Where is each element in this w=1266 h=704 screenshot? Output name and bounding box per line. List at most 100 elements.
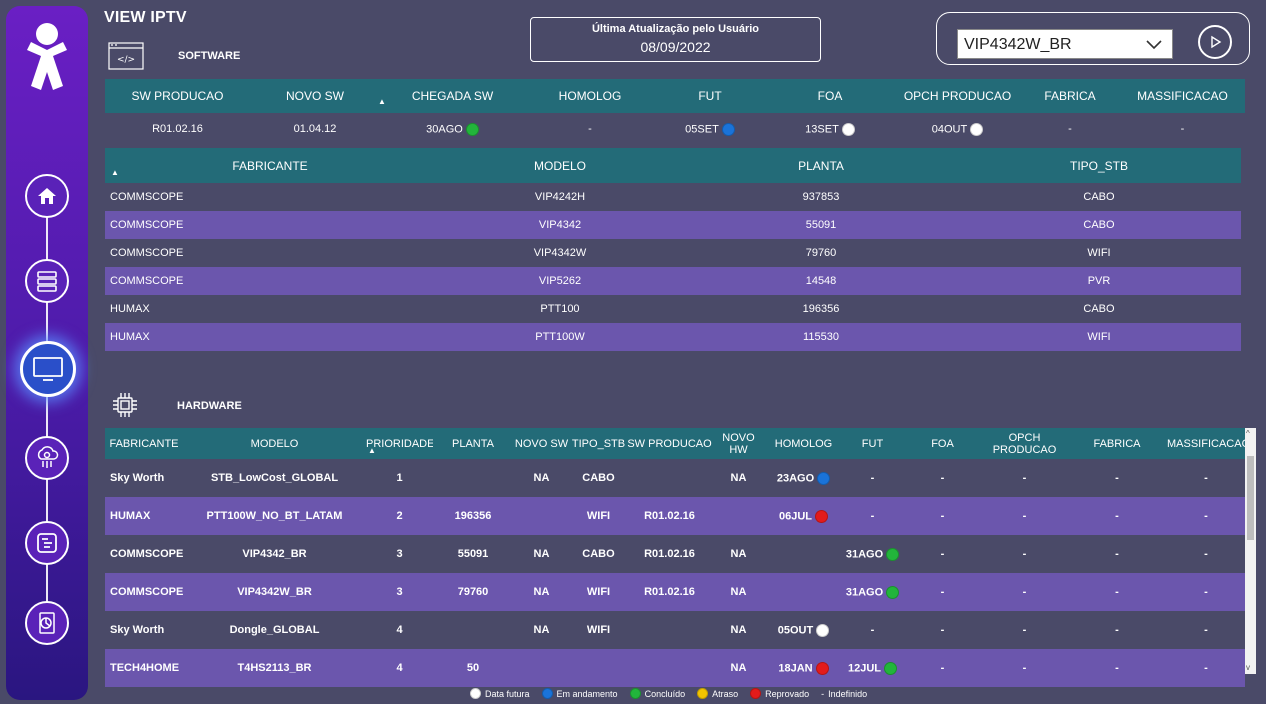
table-row[interactable]: Sky Worth Dongle_GLOBAL 4 NA WIFI NA 05OUT - - - -…: [105, 611, 1245, 649]
table-cell: HUMAX: [105, 497, 183, 535]
legend-item: - Indefinido: [821, 689, 867, 699]
table-cell: COMMSCOPE: [105, 573, 183, 611]
table-cell: WIFI: [570, 573, 627, 611]
table-cell: COMMSCOPE: [110, 247, 184, 259]
column-header[interactable]: HOMOLOG: [525, 79, 655, 113]
column-header[interactable]: FUT: [842, 428, 903, 459]
table-cell: WIFI: [570, 497, 627, 535]
table-cell: Sky Worth: [110, 624, 165, 636]
column-header[interactable]: OPCH PRODUCAO: [895, 79, 1020, 113]
table-row[interactable]: Sky Worth STB_LowCost_GLOBAL 1 NA CABO NA 23AG…: [105, 459, 1245, 497]
table-cell: -: [903, 497, 982, 535]
table-row[interactable]: COMMSCOPE VIP4342W_BR 3 79760 NA WIFI R01.02.1…: [105, 573, 1245, 611]
table-row[interactable]: HUMAX PTT100 196356 CABO: [105, 295, 1241, 323]
table-cell: 31AGO: [842, 573, 903, 611]
column-header[interactable]: FABRICANTE: [105, 428, 183, 459]
column-header[interactable]: HOMOLOG: [765, 428, 842, 459]
legend-label: Em andamento: [556, 688, 618, 699]
scroll-up-icon[interactable]: ^: [1246, 429, 1250, 438]
table-cell: -: [1067, 497, 1167, 535]
legend-dot: [541, 688, 553, 699]
column-header[interactable]: SW PRODUCAO: [627, 428, 712, 459]
table-row[interactable]: TECH4HOME T4HS2113_BR 4 50 NA 18JAN 12JUL - - - -: [105, 649, 1245, 687]
table-cell: 4: [396, 624, 403, 636]
column-header[interactable]: TIPO_STB: [570, 428, 627, 459]
column-header[interactable]: PRIORIDADE ▲: [366, 428, 434, 459]
table-cell: CABO: [957, 211, 1241, 239]
column-header[interactable]: MASSIFICACAO: [1167, 428, 1250, 459]
table-cell: PTT100W_NO_BT_LATAM: [183, 497, 366, 535]
cell-text: 05SET: [685, 122, 719, 135]
nav-home-button[interactable]: [25, 174, 69, 218]
table-cell: Sky Worth: [110, 472, 165, 484]
table-row[interactable]: COMMSCOPE VIP4342W 79760 WIFI: [105, 239, 1241, 267]
last-update-label: Última Atualização pelo Usuário: [591, 23, 760, 35]
table-cell: -: [1115, 548, 1119, 560]
column-header[interactable]: FOA: [903, 428, 982, 459]
table-cell: [765, 573, 842, 611]
scrollbar-thumb[interactable]: [1247, 456, 1254, 540]
column-header[interactable]: MODELO: [435, 148, 685, 183]
column-header[interactable]: TIPO_STB: [957, 148, 1241, 183]
table-cell: -: [940, 548, 945, 560]
status-dot: [815, 509, 829, 523]
column-header[interactable]: FABRICA: [1020, 79, 1120, 113]
nav-monitor-button[interactable]: [20, 341, 76, 397]
hardware-table-scrollbar[interactable]: ^ v: [1245, 428, 1256, 674]
column-header[interactable]: CHEGADA SW ▲: [378, 79, 525, 113]
column-header[interactable]: FOA: [765, 79, 895, 113]
table-cell: 30AGO: [380, 113, 525, 145]
column-header[interactable]: MODELO: [183, 428, 366, 459]
legend-label: Data futura: [485, 688, 530, 699]
legend-dash: -: [821, 688, 825, 699]
play-button[interactable]: [1198, 25, 1232, 59]
table-row[interactable]: COMMSCOPE VIP5262 14548 PVR: [105, 267, 1241, 295]
table-cell: CABO: [582, 472, 615, 484]
table-cell: -: [870, 472, 875, 484]
table-cell: 3: [396, 548, 403, 560]
scroll-down-icon[interactable]: v: [1246, 663, 1250, 672]
code-window-icon: </>: [108, 42, 144, 70]
column-header[interactable]: NOVO SW: [250, 79, 380, 113]
nav-list-button[interactable]: [25, 521, 69, 565]
table-cell: 18JAN: [765, 649, 842, 687]
nav-report-button[interactable]: [25, 601, 69, 645]
status-dot: [465, 122, 479, 136]
table-cell: NA: [730, 548, 747, 560]
hardware-section-title: HARDWARE: [177, 400, 242, 412]
table-cell: -: [1167, 649, 1245, 687]
nav-cloud-button[interactable]: [25, 436, 69, 480]
model-select[interactable]: VIP4342W_BR: [957, 29, 1173, 59]
table-cell: -: [940, 624, 945, 636]
cell-text: 05OUT: [777, 623, 814, 636]
status-dot: [815, 661, 829, 675]
table-row[interactable]: COMMSCOPE VIP4342 55091 CABO: [105, 211, 1241, 239]
column-header[interactable]: FUT: [655, 79, 765, 113]
list-icon: [37, 533, 57, 553]
table-cell: NA: [730, 472, 747, 484]
column-header[interactable]: PLANTA: [433, 428, 513, 459]
table-cell: 13SET: [765, 113, 895, 145]
hardware-table-header: FABRICANTE MODELO PRIORIDADE ▲ PLANTA NOVO SW…: [105, 428, 1250, 459]
table-cell: 23AGO: [765, 459, 842, 497]
table-cell: COMMSCOPE: [105, 211, 435, 239]
column-header[interactable]: FABRICA: [1067, 428, 1167, 459]
software-timeline-table: SW PRODUCAO NOVO SW CHEGADA SW ▲ HOMOLOG FUT F…: [105, 79, 1245, 145]
table-cell: 937853: [802, 191, 840, 203]
table-cell: -: [1180, 123, 1185, 135]
column-header[interactable]: NOVO HW: [712, 428, 765, 459]
column-header[interactable]: NOVO SW: [513, 428, 570, 459]
column-header[interactable]: PLANTA: [685, 148, 957, 183]
last-update-date: 08/09/2022: [640, 39, 711, 55]
table-row[interactable]: HUMAX PTT100W_NO_BT_LATAM 2 196356 WIFI R01.0…: [105, 497, 1245, 535]
column-header[interactable]: OPCH PRODUCAO: [982, 428, 1067, 459]
table-row[interactable]: HUMAX PTT100W 115530 WIFI: [105, 323, 1241, 351]
column-header[interactable]: MASSIFICACAO: [1120, 79, 1245, 113]
column-header[interactable]: FABRICANTE ▲: [105, 148, 435, 183]
table-cell: [570, 649, 627, 687]
table-row[interactable]: COMMSCOPE VIP4342_BR 3 55091 NA CABO R01.02.16…: [105, 535, 1245, 573]
column-header[interactable]: SW PRODUCAO: [105, 79, 250, 113]
nav-servers-button[interactable]: [25, 259, 69, 303]
table-row[interactable]: COMMSCOPE VIP4242H 937853 CABO: [105, 183, 1241, 211]
table-cell: WIFI: [586, 624, 611, 636]
